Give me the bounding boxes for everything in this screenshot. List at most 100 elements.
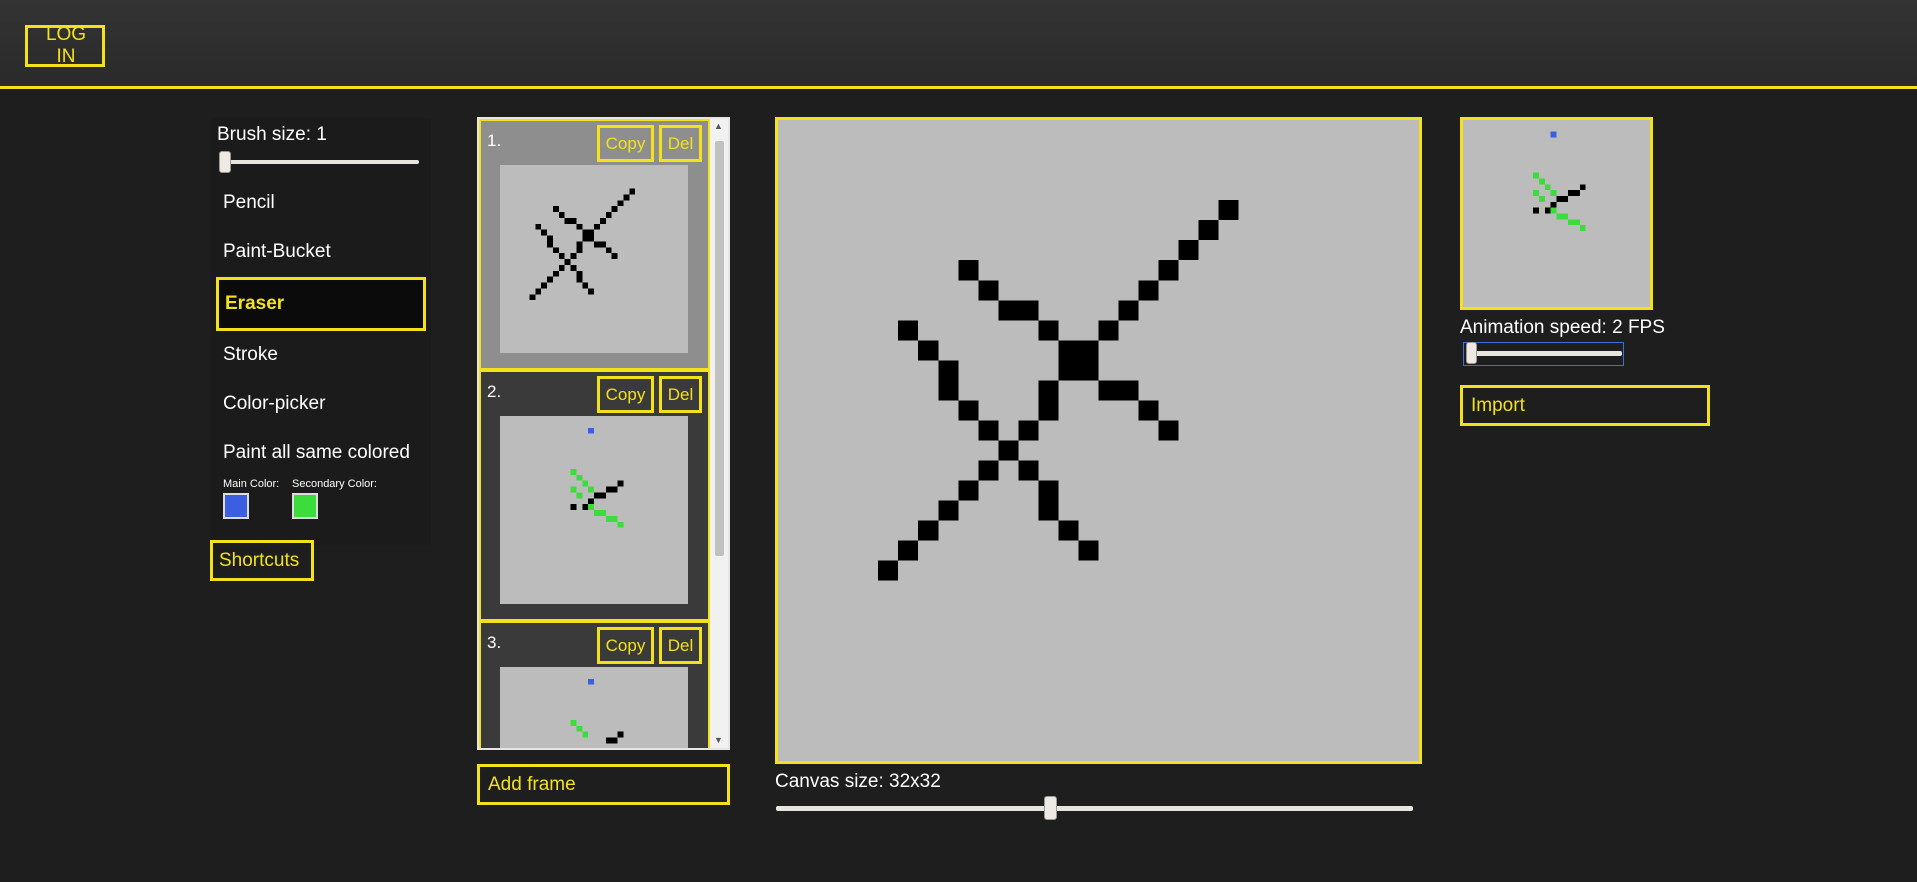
pixel [1533, 207, 1539, 214]
pixel [958, 260, 979, 281]
pixel [588, 504, 594, 510]
pixel [1078, 340, 1099, 361]
add-frame-button[interactable]: Add frame [477, 764, 730, 805]
tool-paint-bucket[interactable]: Paint-Bucket [223, 241, 331, 263]
pixel [1078, 540, 1099, 561]
main-color-label: Main Color: [223, 478, 280, 490]
pixel [547, 276, 553, 283]
pixel [1118, 300, 1139, 321]
pixel [978, 460, 999, 481]
pixel [582, 282, 589, 289]
pixel [605, 212, 612, 218]
pixel [1158, 260, 1179, 281]
pixel [1544, 207, 1551, 214]
pixel [582, 480, 589, 487]
pixel [918, 340, 939, 361]
pixel [998, 440, 1019, 461]
animation-speed-slider-track[interactable] [1466, 351, 1622, 356]
frame-item[interactable]: 3. Copy Del [479, 621, 710, 748]
copy-frame-button[interactable]: Copy [597, 627, 654, 664]
pixel [1579, 225, 1586, 232]
copy-frame-button[interactable]: Copy [597, 376, 654, 413]
pixel [599, 510, 606, 516]
brush-size-slider-thumb[interactable] [219, 151, 231, 173]
pixel [1556, 213, 1563, 220]
pixel [1038, 400, 1059, 421]
canvas-size-slider-track[interactable] [776, 806, 1413, 811]
tool-paint-all-same-colored[interactable]: Paint all same colored [223, 442, 410, 464]
pixel [1018, 300, 1039, 321]
canvas-size-slider-thumb[interactable] [1044, 796, 1057, 820]
pixel [611, 486, 618, 493]
pixel [588, 427, 594, 434]
pixel [558, 253, 565, 259]
pixel [529, 294, 536, 301]
pixel [576, 725, 583, 732]
pixel [582, 235, 589, 242]
drawing-canvas[interactable] [775, 117, 1422, 764]
pixel [1038, 380, 1059, 401]
tool-pencil[interactable]: Pencil [223, 192, 275, 214]
delete-frame-button[interactable]: Del [659, 376, 702, 413]
tool-eraser[interactable]: Eraser [216, 277, 426, 331]
secondary-color-label: Secondary Color: [292, 478, 377, 490]
pixel [570, 719, 577, 726]
pixel [898, 540, 919, 561]
pixel [570, 486, 577, 493]
pixel [938, 360, 959, 381]
pixel [552, 247, 559, 254]
pixel [1562, 195, 1569, 202]
frame-item[interactable]: 1. Copy Del [479, 119, 710, 370]
pixel [576, 474, 583, 481]
pixel [1218, 200, 1239, 221]
frame-number: 1. [487, 131, 502, 150]
delete-frame-button[interactable]: Del [659, 627, 702, 664]
shortcuts-button[interactable]: Shortcuts [210, 540, 314, 581]
frame-thumbnail [500, 165, 688, 353]
pixel [1198, 220, 1219, 241]
pixel [617, 521, 624, 528]
main-color-swatch[interactable] [223, 493, 249, 519]
login-button[interactable]: LOG IN [25, 24, 105, 67]
brush-size-label: Brush size: 1 [217, 124, 327, 145]
pixel [576, 492, 583, 499]
delete-frame-button[interactable]: Del [659, 125, 702, 162]
pixel [629, 188, 636, 195]
pixel [541, 229, 547, 236]
pixel [1078, 360, 1099, 381]
copy-frame-button[interactable]: Copy [597, 125, 654, 162]
pixel [1038, 480, 1059, 501]
pixel [547, 235, 553, 242]
pixel [611, 253, 618, 259]
pixel [958, 480, 979, 501]
tool-color-picker[interactable]: Color-picker [223, 393, 325, 415]
pixel [611, 515, 618, 522]
pixel [1556, 195, 1563, 202]
pixel [617, 731, 624, 738]
pixel [878, 560, 899, 581]
frame-item[interactable]: 2. Copy Del [479, 370, 710, 621]
pixel [1562, 213, 1569, 220]
scroll-up-icon[interactable]: ▲ [714, 121, 723, 131]
scroll-down-icon[interactable]: ▼ [714, 735, 723, 745]
pixel [1118, 380, 1139, 401]
animation-speed-slider-thumb[interactable] [1466, 342, 1477, 364]
pixel [535, 288, 542, 295]
pixel [605, 515, 612, 522]
frame-thumbnail [500, 416, 688, 604]
import-button[interactable]: Import [1460, 385, 1710, 426]
frames-scroll-thumb[interactable] [715, 141, 724, 556]
pixel [1058, 360, 1079, 381]
pixel [1574, 219, 1580, 226]
pixel [1098, 320, 1119, 341]
pixel [570, 217, 577, 224]
pixel [558, 212, 565, 218]
pixel [1158, 420, 1179, 441]
pixel [611, 737, 618, 744]
frames-scrollbar[interactable]: ▲ ▼ [710, 119, 728, 748]
tool-stroke[interactable]: Stroke [223, 344, 278, 366]
frame-number: 2. [487, 382, 502, 401]
secondary-color-swatch[interactable] [292, 493, 318, 519]
pixel [582, 229, 589, 236]
brush-size-slider-track[interactable] [219, 160, 419, 164]
